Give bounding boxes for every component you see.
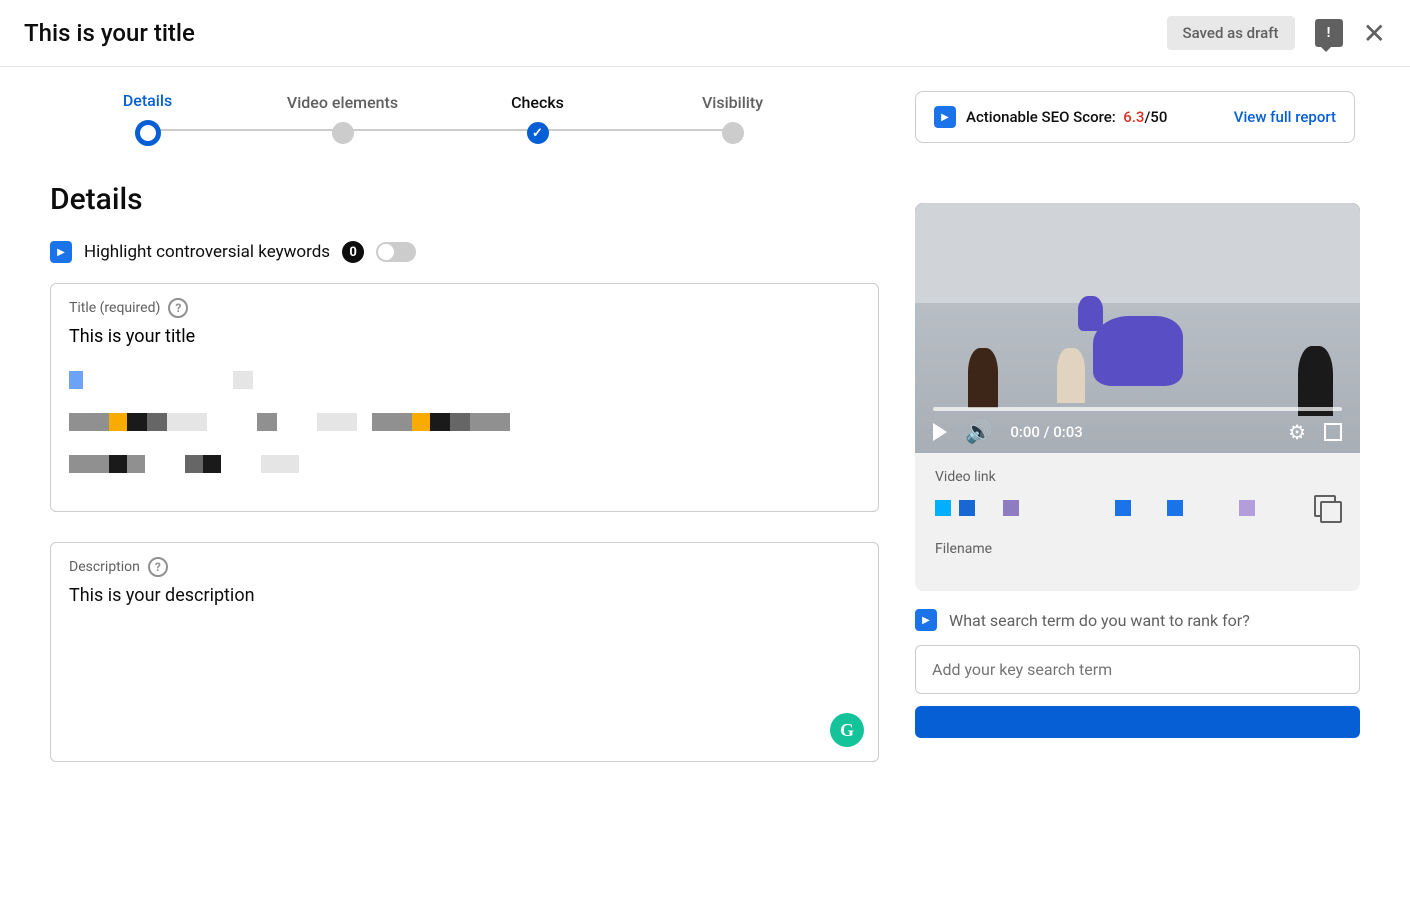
step-circle-icon — [135, 120, 161, 146]
step-circle-icon — [722, 122, 744, 144]
step-video-elements[interactable]: Video elements — [245, 93, 440, 144]
step-check-icon — [527, 122, 549, 144]
help-icon[interactable]: ? — [148, 557, 168, 577]
stepper: Details Video elements Checks Visibility — [50, 91, 830, 146]
seo-score-box: Actionable SEO Score: 6.3/50 View full r… — [915, 91, 1355, 143]
feedback-icon[interactable] — [1315, 19, 1343, 47]
highlight-toggle[interactable] — [376, 242, 416, 262]
step-details[interactable]: Details — [50, 91, 245, 146]
filename-label: Filename — [935, 541, 1340, 557]
description-input[interactable]: This is your description — [69, 585, 860, 606]
search-term-input[interactable] — [915, 645, 1360, 694]
title-label: Title (required) — [69, 300, 160, 316]
grammarly-icon[interactable] — [830, 713, 864, 747]
seo-label: Actionable SEO Score: — [966, 108, 1116, 126]
video-link-label: Video link — [935, 469, 1340, 485]
help-icon[interactable]: ? — [168, 298, 188, 318]
gear-icon[interactable]: ⚙ — [1288, 420, 1306, 444]
cta-button[interactable] — [915, 706, 1360, 738]
highlight-count-badge: 0 — [342, 241, 364, 263]
step-circle-icon — [332, 122, 354, 144]
step-checks[interactable]: Checks — [440, 93, 635, 144]
video-time: 0:00 / 0:03 — [1010, 423, 1082, 441]
play-icon[interactable] — [933, 423, 947, 441]
volume-icon[interactable]: 🔊 — [965, 420, 992, 445]
extension-icon — [915, 609, 937, 631]
title-skeleton — [69, 371, 860, 473]
page-title: This is your title — [24, 19, 195, 47]
copy-icon[interactable] — [1314, 495, 1340, 521]
close-icon[interactable]: ✕ — [1363, 17, 1386, 50]
description-label: Description — [69, 559, 140, 575]
highlight-label: Highlight controversial keywords — [84, 242, 330, 262]
fullscreen-icon[interactable] — [1324, 423, 1342, 441]
section-heading: Details — [50, 182, 879, 217]
video-link-value[interactable] — [935, 500, 1306, 516]
extension-icon — [934, 106, 956, 128]
title-field-container: Title (required) ? — [50, 283, 879, 512]
video-meta-panel: Video link Filename — [915, 453, 1360, 591]
title-input[interactable] — [69, 326, 860, 347]
search-prompt-text: What search term do you want to rank for… — [949, 611, 1250, 630]
seo-score-max: /50 — [1144, 108, 1167, 126]
saved-as-draft-badge: Saved as draft — [1167, 16, 1295, 50]
description-field-container: Description ? This is your description — [50, 542, 879, 762]
extension-icon — [50, 241, 72, 263]
video-preview[interactable]: 🔊 0:00 / 0:03 ⚙ — [915, 203, 1360, 453]
step-visibility[interactable]: Visibility — [635, 93, 830, 144]
view-full-report-link[interactable]: View full report — [1234, 108, 1336, 126]
seo-score-value: 6.3 — [1123, 108, 1144, 126]
